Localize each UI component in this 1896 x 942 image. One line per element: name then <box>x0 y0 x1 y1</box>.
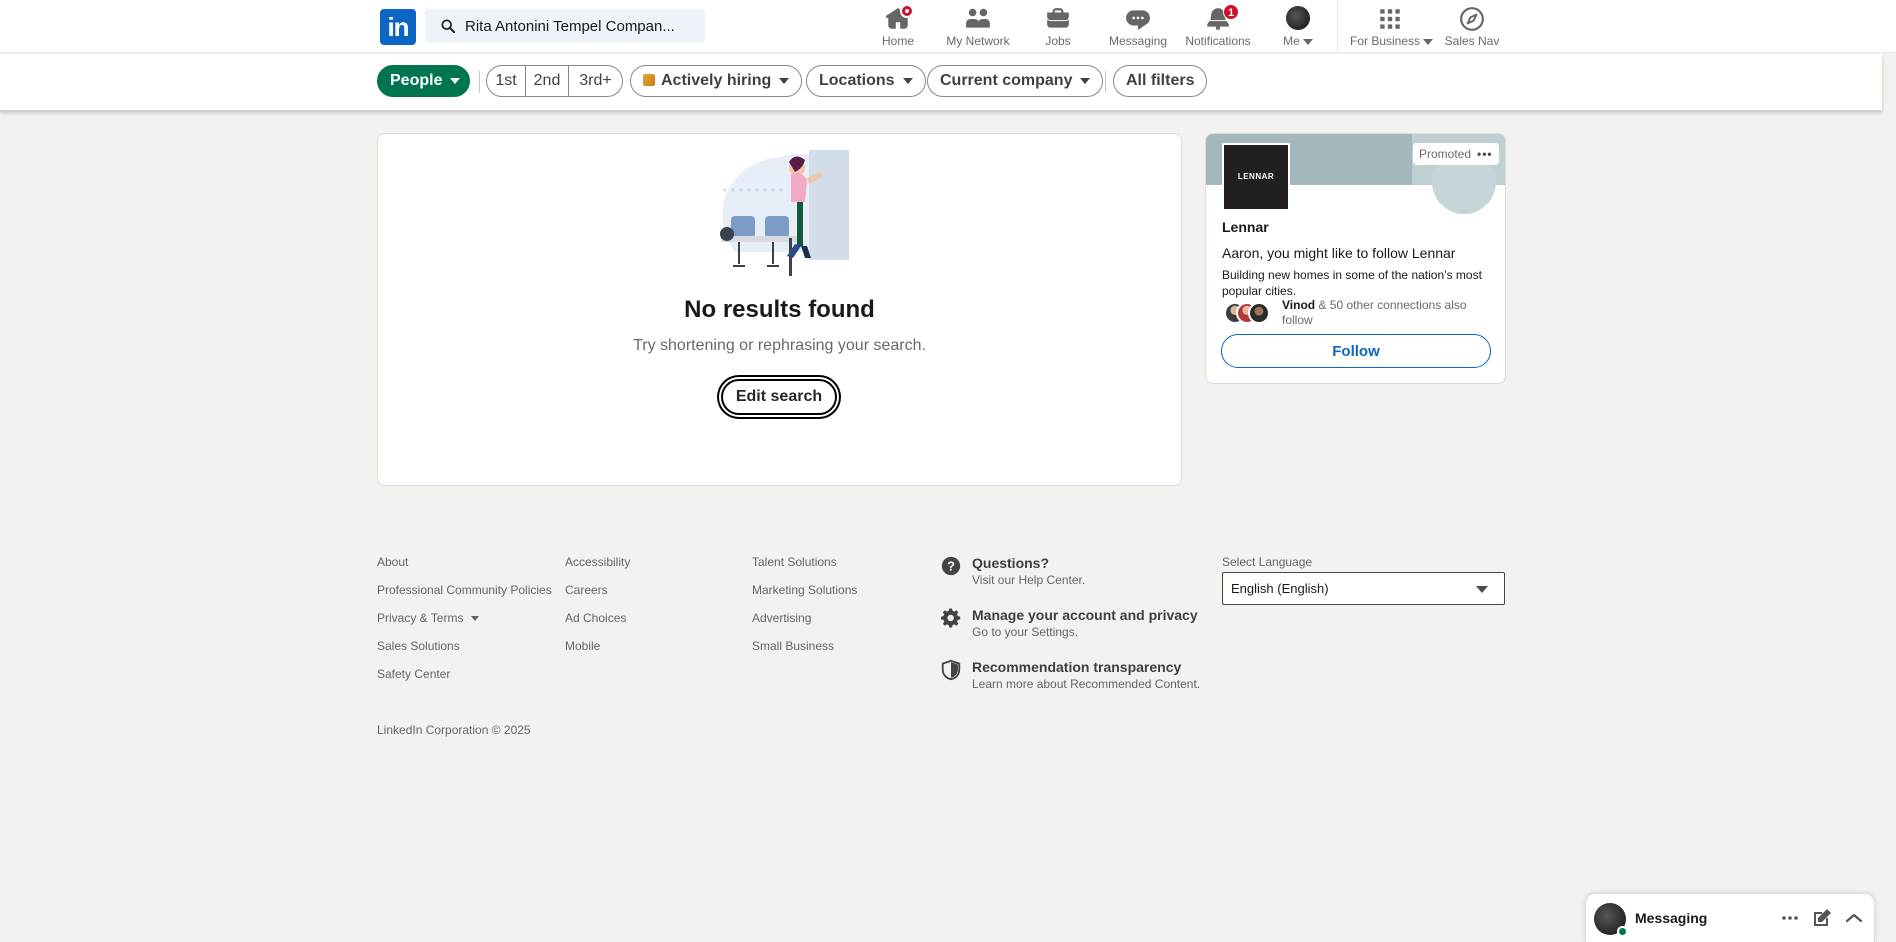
ad-description: Building new homes in some of the nation… <box>1222 268 1482 298</box>
nav-notifications-label: Notifications <box>1185 34 1251 48</box>
language-select[interactable]: English (English) <box>1222 572 1505 605</box>
global-nav: in Home My Network Jobs Messaging <box>0 0 1896 53</box>
footer-link-sales-solutions[interactable]: Sales Solutions <box>377 639 460 653</box>
nav-notifications[interactable]: 1 Notifications <box>1183 4 1253 50</box>
nav-my-network[interactable]: My Network <box>940 4 1016 50</box>
svg-text:?: ? <box>947 559 955 574</box>
nav-jobs-label: Jobs <box>1045 34 1071 48</box>
chevron-down-icon <box>1423 38 1434 45</box>
promoted-ad-card: Promoted ••• LENNAR Lennar Aaron, you mig… <box>1205 133 1506 384</box>
chevron-down-icon <box>902 77 913 84</box>
nav-me-label: Me <box>1278 34 1318 48</box>
footer-link-mobile[interactable]: Mobile <box>565 639 600 653</box>
current-company-filter[interactable]: Current company <box>927 65 1104 97</box>
help-account-sub: Go to your Settings. <box>972 625 1079 639</box>
search-icon <box>441 19 455 33</box>
footer-link-ad-choices[interactable]: Ad Choices <box>565 611 626 625</box>
people-filter-dropdown[interactable]: People <box>377 65 470 97</box>
filter-divider <box>1105 71 1106 93</box>
company-name[interactable]: Lennar <box>1222 219 1269 235</box>
nav-me[interactable]: Me <box>1278 4 1318 50</box>
help-recommendation-sub: Learn more about Recommended Content. <box>972 677 1201 691</box>
actively-hiring-filter[interactable]: Actively hiring <box>630 65 803 97</box>
connection-avatars <box>1224 302 1270 324</box>
edit-search-button[interactable]: Edit search <box>721 379 837 415</box>
search-filter-bar: People 1st 2nd 3rd+ Actively hiring Loca… <box>0 54 1882 110</box>
nav-my-network-label: My Network <box>946 34 1010 48</box>
nav-for-business-label: For Business <box>1350 34 1434 48</box>
compass-icon <box>1460 7 1484 31</box>
linkedin-logo-icon[interactable]: in <box>380 9 416 45</box>
help-account-title[interactable]: Manage your account and privacy <box>972 607 1198 623</box>
mutual-connections-text: Vinod & 50 other connections also follow <box>1282 298 1467 327</box>
search-box[interactable] <box>425 9 705 43</box>
footer-link-accessibility[interactable]: Accessibility <box>565 555 630 569</box>
messaging-overlay[interactable]: Messaging <box>1585 893 1875 942</box>
ad-headline: Aaron, you might like to follow Lennar <box>1222 245 1456 261</box>
locations-filter[interactable]: Locations <box>806 65 926 97</box>
footer-link-advertising[interactable]: Advertising <box>752 611 811 625</box>
no-results-subtitle: Try shortening or rephrasing your search… <box>633 337 926 354</box>
footer-link-marketing-solutions[interactable]: Marketing Solutions <box>752 583 857 597</box>
empty-results-illustration <box>720 150 849 276</box>
compose-icon[interactable] <box>1810 906 1834 930</box>
nav-for-business[interactable]: For Business <box>1350 4 1434 50</box>
connection-degree-filter: 1st 2nd 3rd+ <box>486 65 623 97</box>
nav-messaging-label: Messaging <box>1108 34 1168 48</box>
copyright: LinkedIn Corporation © 2025 <box>377 723 531 737</box>
follow-button[interactable]: Follow <box>1221 334 1491 368</box>
nav-sales-nav[interactable]: Sales Nav <box>1444 4 1500 50</box>
nav-messaging[interactable]: Messaging <box>1106 4 1170 50</box>
chevron-down-icon <box>1476 586 1488 593</box>
nav-sales-nav-label: Sales Nav <box>1444 34 1500 48</box>
chevron-down-icon <box>471 616 480 622</box>
nav-home[interactable]: Home <box>874 4 922 50</box>
chevron-down-icon <box>1302 38 1313 45</box>
briefcase-icon <box>1047 8 1069 28</box>
chevron-down-icon <box>1080 77 1091 84</box>
all-filters-button[interactable]: All filters <box>1113 65 1208 97</box>
footer-link-privacy-terms[interactable]: Privacy & Terms <box>377 611 480 625</box>
online-status-dot <box>1617 926 1628 937</box>
question-icon: ? <box>941 556 961 576</box>
help-recommendation-title[interactable]: Recommendation transparency <box>972 659 1181 675</box>
filter-divider <box>479 71 480 93</box>
footer-link-small-business[interactable]: Small Business <box>752 639 834 653</box>
messaging-icon <box>1126 10 1150 30</box>
filter-1st[interactable]: 1st <box>487 66 526 96</box>
notifications-badge: 1 <box>1223 4 1239 20</box>
no-results-title: No results found <box>684 296 875 323</box>
more-options-icon[interactable]: ••• <box>1477 143 1493 165</box>
search-results-card: No results found Try shortening or rephr… <box>377 133 1182 486</box>
gear-icon <box>941 608 961 628</box>
connection-avatar <box>1248 302 1270 324</box>
home-notification-dot <box>900 4 914 18</box>
grid-icon <box>1380 9 1400 29</box>
language-label: Select Language <box>1222 555 1313 569</box>
hiring-icon <box>643 74 655 86</box>
footer-link-talent-solutions[interactable]: Talent Solutions <box>752 555 837 569</box>
help-questions-title[interactable]: Questions? <box>972 555 1049 571</box>
company-logo[interactable]: LENNAR <box>1222 143 1290 211</box>
chevron-down-icon <box>450 77 461 84</box>
chevron-up-icon[interactable] <box>1842 906 1866 930</box>
nav-divider <box>1337 0 1338 53</box>
search-input[interactable] <box>465 9 695 43</box>
footer-link-about[interactable]: About <box>377 555 408 569</box>
footer-link-careers[interactable]: Careers <box>565 583 608 597</box>
promoted-label[interactable]: Promoted ••• <box>1413 143 1499 165</box>
help-questions-sub: Visit our Help Center. <box>972 573 1086 587</box>
messaging-title[interactable]: Messaging <box>1635 910 1707 926</box>
people-icon <box>966 8 990 28</box>
chevron-down-icon <box>779 77 790 84</box>
filter-3rd[interactable]: 3rd+ <box>569 66 622 96</box>
filter-2nd[interactable]: 2nd <box>526 66 569 96</box>
more-options-icon[interactable] <box>1778 906 1802 930</box>
footer-link-community-policies[interactable]: Professional Community Policies <box>377 583 552 597</box>
nav-home-label: Home <box>881 34 914 48</box>
shield-icon <box>941 659 961 681</box>
footer-link-safety-center[interactable]: Safety Center <box>377 667 450 681</box>
profile-avatar <box>1286 6 1310 30</box>
nav-jobs[interactable]: Jobs <box>1038 4 1078 50</box>
